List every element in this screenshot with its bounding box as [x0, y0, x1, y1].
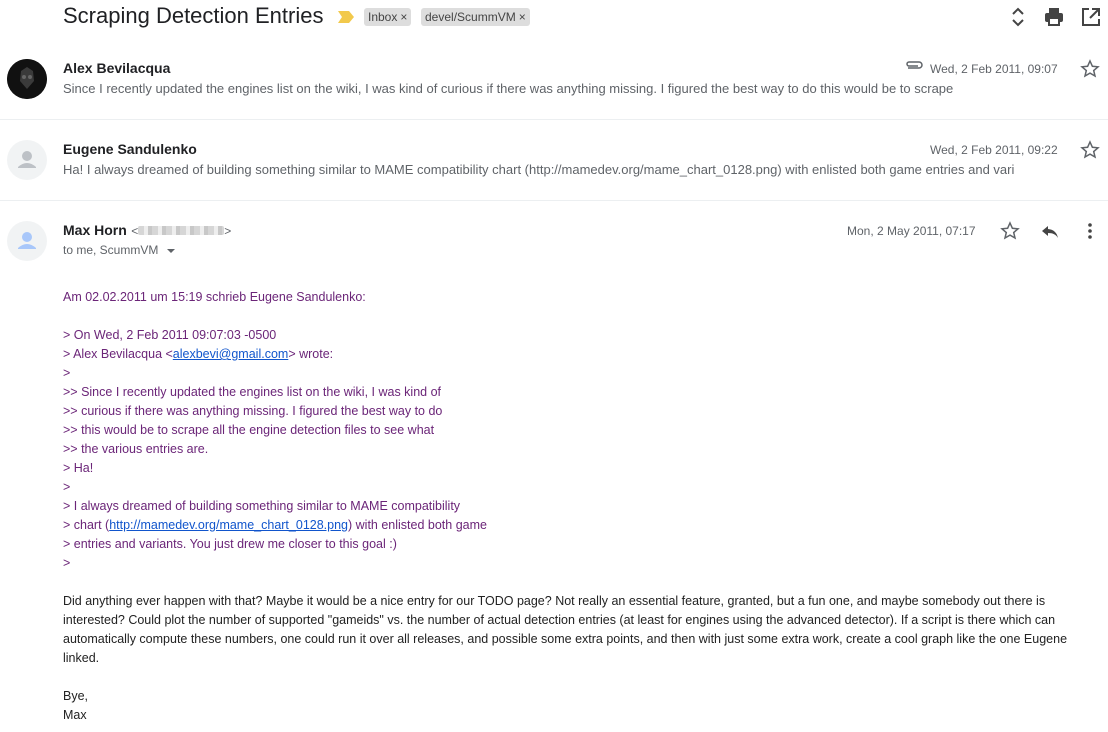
avatar: [7, 221, 47, 261]
message-snippet[interactable]: Ha! I always dreamed of building somethi…: [63, 162, 1014, 177]
quote-intro: Am 02.02.2011 um 15:19 schrieb Eugene Sa…: [63, 290, 366, 304]
quote-line: > wrote:: [288, 347, 334, 361]
quoted-text: Am 02.02.2011 um 15:19 schrieb Eugene Sa…: [63, 288, 487, 573]
quote-line: > entries and variants. You just drew me…: [63, 537, 397, 551]
message-date: Mon, 2 May 2011, 07:17: [847, 224, 976, 238]
quote-line: >> the various entries are.: [63, 442, 209, 456]
open-in-new-window-icon[interactable]: [1080, 6, 1102, 28]
sender-line: Max Horn < >: [63, 222, 231, 240]
print-icon[interactable]: [1043, 6, 1065, 28]
quote-line: ) with enlisted both game: [348, 518, 487, 532]
message-date: Wed, 2 Feb 2011, 09:07: [930, 62, 1058, 76]
quote-line: >> curious if there was anything missing…: [63, 404, 443, 418]
avatar: [7, 59, 47, 99]
divider: [0, 200, 1108, 201]
star-icon[interactable]: [1080, 59, 1100, 79]
expand-collapse-all-icon[interactable]: [1007, 6, 1029, 28]
importance-marker-icon[interactable]: [338, 11, 354, 23]
thread-subject: Scraping Detection Entries: [63, 3, 324, 28]
message-snippet[interactable]: Since I recently updated the engines lis…: [63, 81, 953, 96]
attachment-icon: [904, 58, 924, 72]
remove-label-icon[interactable]: ×: [519, 10, 526, 24]
star-icon[interactable]: [1000, 221, 1020, 241]
quote-line: >> this would be to scrape all the engin…: [63, 423, 435, 437]
quote-line: > Alex Bevilacqua <: [63, 347, 173, 361]
quote-line: > Ha!: [63, 461, 94, 475]
label-chip-devel-scummvm: devel/ScummVM ×: [421, 8, 530, 26]
avatar: [7, 140, 47, 180]
quote-line: >: [63, 366, 71, 380]
recipients-line[interactable]: to me, ScummVM: [63, 243, 176, 257]
divider: [0, 119, 1108, 120]
signature: Max: [63, 708, 87, 722]
message-sender[interactable]: Eugene Sandulenko: [63, 141, 197, 157]
message-sender[interactable]: Alex Bevilacqua: [63, 60, 170, 76]
sender-email-open: <: [131, 224, 139, 238]
reply-icon[interactable]: [1040, 221, 1060, 241]
message-body-paragraph: Did anything ever happen with that? Mayb…: [63, 594, 1068, 665]
quote-line: >: [63, 480, 71, 494]
sender-email-close: >: [224, 224, 232, 238]
redacted-email: [138, 226, 225, 236]
label-chip-text: Inbox: [368, 10, 398, 24]
more-options-icon[interactable]: [1080, 221, 1100, 241]
message-sender[interactable]: Max Horn: [63, 222, 127, 238]
signoff: Bye,: [63, 689, 89, 703]
remove-label-icon[interactable]: ×: [400, 10, 407, 24]
quote-line: >> Since I recently updated the engines …: [63, 385, 441, 399]
quote-line: >: [63, 556, 71, 570]
label-chip-text: devel/ScummVM: [425, 10, 516, 24]
quote-line: > chart (: [63, 518, 110, 532]
quote-line: > On Wed, 2 Feb 2011 09:07:03 -0500: [63, 328, 277, 342]
star-icon[interactable]: [1080, 140, 1100, 160]
dropdown-caret-icon[interactable]: [166, 248, 176, 254]
recipients: to me, ScummVM: [63, 243, 159, 257]
label-chip-inbox: Inbox ×: [364, 8, 412, 26]
message-date: Wed, 2 Feb 2011, 09:22: [930, 143, 1058, 157]
quote-line: > I always dreamed of building something…: [63, 499, 461, 513]
email-link[interactable]: alexbevi@gmail.com: [173, 347, 289, 361]
chart-link[interactable]: http://mamedev.org/mame_chart_0128.png: [109, 518, 348, 532]
